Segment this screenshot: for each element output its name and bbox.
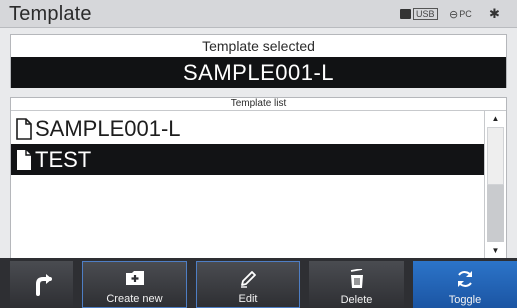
trash-icon — [350, 269, 363, 288]
scroll-track[interactable] — [487, 127, 504, 242]
title-bar: Template USB ⊖ PC ✱ — [0, 0, 517, 28]
delete-button[interactable]: Delete — [309, 261, 404, 308]
template-list: SAMPLE001-L TEST — [11, 111, 484, 258]
new-folder-icon — [125, 271, 144, 285]
file-outline-icon — [16, 117, 32, 140]
scroll-down-arrow-icon[interactable]: ▼ — [485, 243, 506, 258]
refresh-icon — [458, 271, 472, 287]
pc-label: PC — [459, 9, 472, 19]
list-item-test[interactable]: TEST — [11, 144, 484, 175]
scroll-thumb[interactable] — [487, 127, 504, 185]
list-item-label: TEST — [35, 146, 92, 172]
create-new-label: Create new — [106, 293, 163, 305]
template-list-panel: Template list SAMPLE001-L TEST ▲ ▼ — [10, 97, 507, 259]
usb-label: USB — [413, 8, 438, 20]
template-selected-value: SAMPLE001-L — [11, 57, 506, 88]
scroll-up-arrow-icon[interactable]: ▲ — [485, 111, 506, 126]
list-scrollbar[interactable]: ▲ ▼ — [484, 111, 506, 258]
pc-status: ⊖ PC — [449, 7, 472, 21]
delete-label: Delete — [340, 294, 373, 306]
list-item-sample001-l[interactable]: SAMPLE001-L — [11, 113, 484, 144]
screen-title: Template — [9, 3, 92, 25]
toggle-button[interactable]: Toggle — [413, 261, 517, 308]
bottom-toolbar: Create new Edit Delete Toggle — [0, 258, 517, 308]
usb-status: USB — [400, 7, 438, 21]
pc-connection-icon: ⊖ — [449, 8, 459, 21]
toggle-label: Toggle — [448, 294, 482, 306]
pencil-icon — [241, 271, 256, 288]
edit-label: Edit — [238, 293, 258, 305]
template-list-header: Template list — [11, 98, 506, 111]
create-new-button[interactable]: Create new — [82, 261, 187, 308]
file-filled-icon — [17, 149, 31, 170]
return-arrow-icon — [35, 274, 52, 296]
back-button[interactable] — [10, 261, 73, 308]
list-item-label: SAMPLE001-L — [35, 115, 181, 141]
edit-button[interactable]: Edit — [196, 261, 300, 308]
bluetooth-icon: ✱ — [489, 6, 500, 21]
template-screen: Template USB ⊖ PC ✱ Template selected SA… — [0, 0, 517, 308]
template-selected-label: Template selected — [202, 38, 315, 54]
usb-icon — [400, 9, 411, 19]
template-selected-panel: Template selected SAMPLE001-L — [10, 34, 507, 88]
